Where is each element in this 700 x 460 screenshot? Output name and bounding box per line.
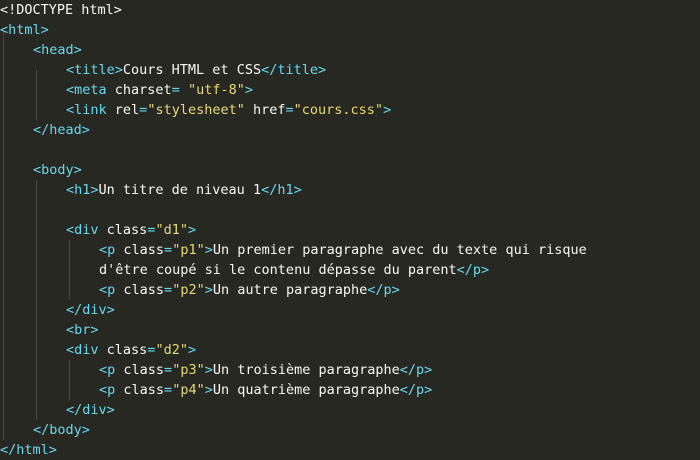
h1-open-tag: <h1> (66, 182, 99, 198)
meta-open-tag: <meta (66, 82, 107, 98)
indent-guide (3, 30, 4, 440)
html-open-tag: <html> (0, 22, 49, 38)
div2-attr: class (106, 342, 148, 358)
code-line-link: <link rel="stylesheet" href="cours.css"> (66, 100, 391, 120)
code-line-doctype: <!DOCTYPE html> (0, 0, 122, 20)
head-close-tag: </head> (33, 122, 90, 138)
div1-value: "d1" (155, 222, 188, 238)
code-line-head-close: </head> (33, 120, 90, 140)
div2-close-tag: </div> (66, 402, 115, 418)
p2-eq: = (164, 282, 173, 298)
p4-eq: = (164, 382, 173, 398)
link-close: > (383, 102, 392, 118)
link-href-value: "cours.css" (293, 102, 384, 118)
title-text: Cours HTML et CSS (122, 62, 262, 78)
code-line-div2-open: <div class="d2"> (66, 340, 196, 360)
p2-open-tag: <p (99, 282, 116, 298)
p1-value: "p1" (172, 242, 205, 258)
p4-attr: class (123, 382, 165, 398)
code-line-title: <title>Cours HTML et CSS</title> (66, 60, 326, 80)
p4-value: "p4" (172, 382, 205, 398)
code-line-p2: <p class="p2">Un autre paragraphe</p> (99, 280, 400, 300)
div1-close-tag: </div> (66, 302, 115, 318)
p2-close-tag: </p> (367, 282, 400, 298)
p4-close-tag: </p> (399, 382, 433, 398)
br-tag: <br> (66, 322, 99, 338)
div1-open-tag: <div (66, 222, 99, 238)
div2-open-tag: <div (66, 342, 99, 358)
link-href-eq: = (285, 102, 294, 118)
indent-guide (69, 240, 70, 300)
html-close-tag: </html> (0, 442, 57, 458)
p2-value: "p2" (172, 282, 205, 298)
doctype: <!DOCTYPE html> (0, 2, 122, 18)
p4-text: Un quatrième paragraphe (212, 382, 400, 398)
title-close-tag: </title> (261, 62, 327, 78)
p2-end: > (204, 282, 213, 298)
code-line-html-open: <html> (0, 20, 49, 40)
title-open-tag: <title> (66, 62, 123, 78)
div2-value: "d2" (155, 342, 188, 358)
p3-open-tag: <p (99, 362, 116, 378)
meta-value: "utf-8" (187, 82, 245, 98)
code-line-html-close: </html> (0, 440, 57, 460)
p4-end: > (204, 382, 213, 398)
code-line-div1-open: <div class="d1"> (66, 220, 196, 240)
code-line-div1-close: </div> (66, 300, 115, 320)
p3-attr: class (123, 362, 165, 378)
code-line-h1: <h1>Un titre de niveau 1</h1> (66, 180, 302, 200)
p3-value: "p3" (172, 362, 205, 378)
p1-text-a: Un premier paragraphe avec du texte qui … (212, 242, 587, 258)
meta-eq: = (171, 82, 188, 98)
code-line-head-open: <head> (33, 40, 82, 60)
link-open-tag: <link (66, 102, 107, 118)
p2-text: Un autre paragraphe (212, 282, 368, 298)
p1-end: > (204, 242, 213, 258)
h1-close-tag: </h1> (261, 182, 302, 198)
p4-open-tag: <p (99, 382, 116, 398)
h1-text: Un titre de niveau 1 (98, 182, 262, 198)
p3-text: Un troisième paragraphe (212, 362, 400, 378)
p1-open-tag: <p (99, 242, 116, 258)
head-open-tag: <head> (33, 42, 82, 58)
code-line-p3: <p class="p3">Un troisième paragraphe</p… (99, 360, 432, 380)
div1-end: > (187, 222, 197, 238)
meta-attr: charset (114, 82, 172, 98)
code-line-meta: <meta charset= "utf-8"> (66, 80, 253, 100)
indent-guide (69, 360, 70, 400)
p1-attr: class (123, 242, 165, 258)
p1-close-tag: </p> (456, 262, 490, 278)
link-rel-value: "stylesheet" (147, 102, 245, 118)
code-line-body-open: <body> (33, 160, 82, 180)
p3-eq: = (164, 362, 173, 378)
p1-text-b: d'être coupé si le contenu dépasse du pa… (99, 262, 457, 278)
p3-close-tag: </p> (399, 362, 433, 378)
code-line-br: <br> (66, 320, 99, 340)
indent-guide (36, 180, 37, 420)
meta-close: > (244, 82, 253, 98)
p1-eq: = (164, 242, 173, 258)
body-close-tag: </body> (33, 422, 90, 438)
indent-guide (36, 70, 37, 120)
code-editor[interactable]: <!DOCTYPE html> <html> <head> <title>Cou… (0, 0, 700, 460)
link-href-attr: href (253, 102, 286, 118)
code-line-p1: <p class="p1">Un premier paragraphe avec… (99, 240, 587, 260)
div2-end: > (187, 342, 197, 358)
div1-attr: class (106, 222, 148, 238)
link-rel-attr: rel (114, 102, 140, 118)
code-line-p4: <p class="p4">Un quatrième paragraphe</p… (99, 380, 432, 400)
code-line-p1-wrap: d'être coupé si le contenu dépasse du pa… (99, 260, 489, 280)
code-line-div2-close: </div> (66, 400, 115, 420)
p3-end: > (204, 362, 213, 378)
body-open-tag: <body> (33, 162, 82, 178)
p2-attr: class (123, 282, 165, 298)
code-line-body-close: </body> (33, 420, 90, 440)
